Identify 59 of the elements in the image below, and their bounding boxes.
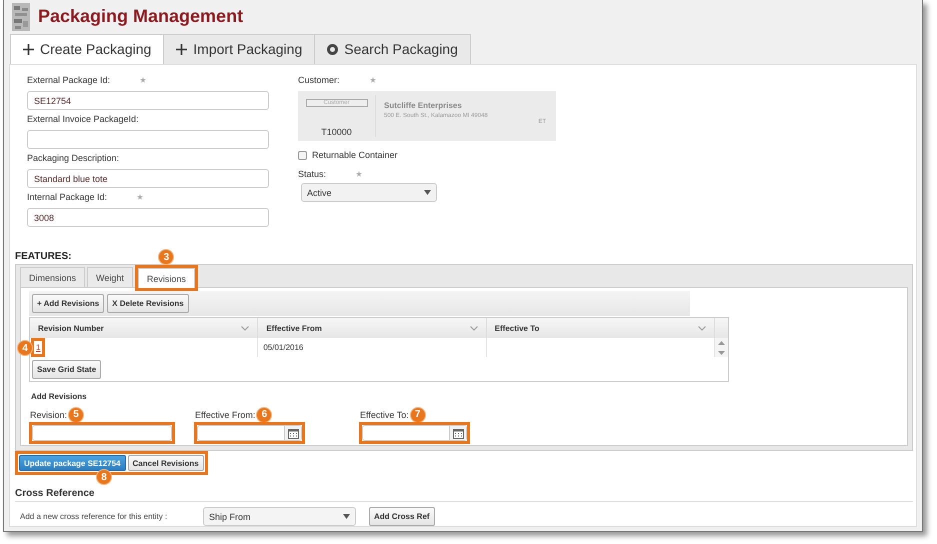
- toolbar-button[interactable]: X Delete Revisions: [107, 294, 189, 313]
- field-label: Packaging Description:: [27, 153, 120, 163]
- callout-badge: 5: [69, 408, 84, 422]
- callout-badge: 3: [159, 250, 174, 264]
- chevron-down-icon: [470, 326, 478, 330]
- save-grid-state-button[interactable]: Save Grid State: [32, 360, 102, 379]
- status-dropdown[interactable]: Active: [301, 183, 437, 202]
- dropdown-caret-icon: [424, 190, 431, 195]
- callout-badge: 7: [410, 408, 425, 422]
- page-tab[interactable]: Import Packaging: [163, 34, 316, 64]
- text-field[interactable]: 3008: [27, 208, 269, 227]
- customer-code: T10000: [321, 127, 352, 137]
- feature-tab[interactable]: Revisions: [138, 268, 195, 288]
- cross-reference-dropdown[interactable]: Ship From: [203, 507, 356, 526]
- scroll-arrows-icon: [718, 340, 725, 356]
- calendar-icon: [288, 428, 298, 438]
- section-heading: Cross Reference: [15, 488, 913, 502]
- field-label: External Invoice PackageId:: [27, 114, 139, 124]
- text-field[interactable]: Standard blue tote: [27, 169, 269, 188]
- logo-icon: [12, 2, 30, 31]
- revision-link[interactable]: 1: [36, 343, 40, 352]
- callout-badge: 4: [18, 341, 32, 355]
- action-button[interactable]: Update package SE12754: [19, 455, 126, 471]
- column-header[interactable]: Effective From: [258, 318, 487, 338]
- text-field[interactable]: SE12754: [27, 91, 269, 110]
- plus-icon: [176, 44, 188, 55]
- calendar-icon: [452, 428, 464, 438]
- field-label: Status:: [298, 169, 326, 179]
- toolbar-button[interactable]: + Add Revisions: [32, 294, 104, 313]
- add-cross-ref-button[interactable]: Add Cross Ref: [369, 507, 435, 526]
- feature-tab[interactable]: Weight: [87, 267, 133, 287]
- column-header[interactable]: Revision Number: [30, 318, 258, 338]
- checkbox-label: Returnable Container: [312, 150, 398, 160]
- customer-name: Sutcliffe Enterprises: [384, 101, 463, 110]
- page-tab[interactable]: Search Packaging: [314, 34, 471, 64]
- search-icon: [327, 44, 338, 55]
- field-label: Customer:: [298, 75, 340, 85]
- callout-badge: 6: [257, 408, 272, 422]
- cross-reference-prompt: Add a new cross reference for this entity :: [19, 512, 168, 521]
- page-title: Packaging Management: [38, 6, 244, 28]
- field-label: Effective From:: [195, 410, 256, 420]
- chevron-down-icon: [241, 326, 250, 330]
- scrollbar[interactable]: [714, 338, 728, 357]
- field-label: External Package Id:: [27, 75, 110, 85]
- callout-badge: 8: [97, 470, 111, 484]
- subsection-heading: Add Revisions: [31, 392, 88, 401]
- chevron-down-icon: [698, 326, 706, 330]
- field-label: Internal Package Id:: [27, 192, 108, 202]
- dropdown-caret-icon: [343, 514, 350, 519]
- checkbox[interactable]: [298, 150, 307, 160]
- text-field[interactable]: [27, 130, 269, 149]
- action-button[interactable]: Cancel Revisions: [128, 455, 204, 471]
- page-tab[interactable]: Create Packaging: [10, 34, 164, 64]
- section-heading: FEATURES:: [15, 251, 72, 262]
- table-cell: 05/01/2016: [258, 338, 487, 357]
- field-label: Revision:: [30, 410, 68, 420]
- feature-tab[interactable]: Dimensions: [20, 267, 86, 287]
- field-label: Effective To:: [360, 410, 409, 420]
- plus-icon: [23, 44, 34, 55]
